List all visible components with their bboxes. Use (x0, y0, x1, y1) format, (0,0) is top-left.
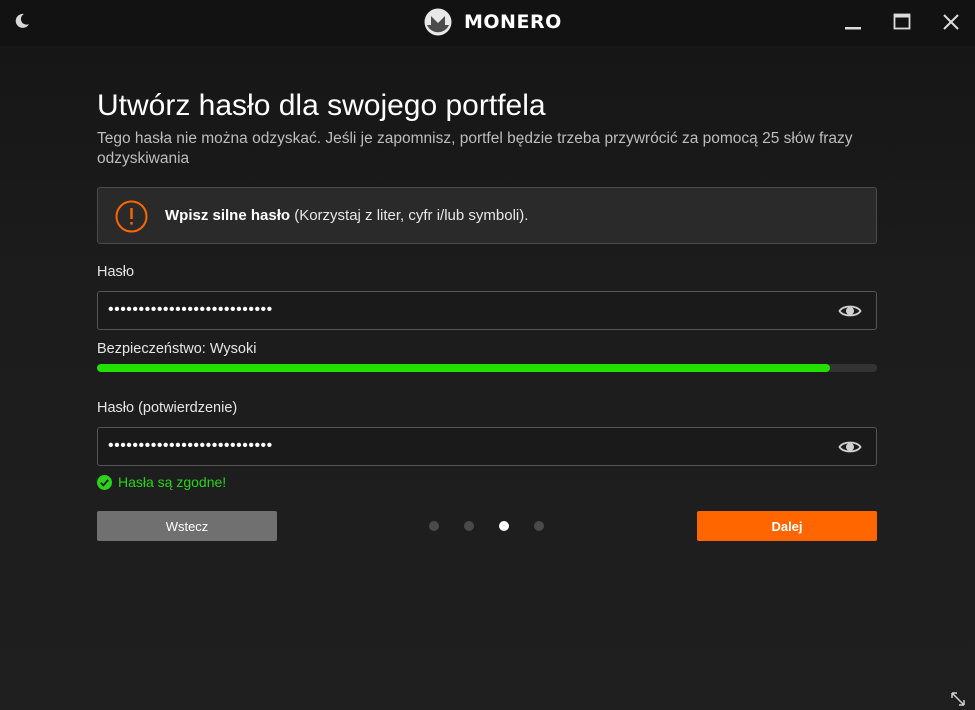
password-input[interactable]: ••••••••••••••••••••••••••• (97, 291, 877, 330)
eye-icon[interactable] (838, 437, 862, 457)
password-match-text: Hasła są zgodne! (118, 474, 227, 490)
strength-label: Bezpieczeństwo: Wysoki (97, 341, 257, 357)
maximize-icon[interactable] (892, 12, 912, 32)
title-bar: MONERO (0, 0, 975, 46)
step-dot-3 (499, 521, 509, 531)
step-dot-4 (534, 521, 544, 531)
step-dot-2 (464, 521, 474, 531)
password-hint-alert: Wpisz silne hasło (Korzystaj z liter, cy… (97, 187, 877, 244)
step-dot-1 (429, 521, 439, 531)
confirm-password-value: ••••••••••••••••••••••••••• (108, 437, 273, 454)
password-label: Hasło (97, 264, 135, 280)
alert-text: Wpisz silne hasło (Korzystaj z liter, cy… (165, 207, 528, 224)
strength-meter (97, 364, 877, 372)
app-name: MONERO (464, 11, 562, 33)
warning-icon (115, 200, 148, 233)
resize-icon[interactable] (950, 691, 966, 707)
minimize-icon[interactable] (843, 12, 863, 32)
close-icon[interactable] (941, 12, 961, 32)
moon-icon[interactable] (13, 12, 31, 30)
brand: MONERO (424, 7, 562, 37)
page-header: Utwórz hasło dla swojego portfela Tego h… (97, 88, 877, 169)
confirm-password-input[interactable]: ••••••••••••••••••••••••••• (97, 427, 877, 466)
page-subtitle: Tego hasła nie można odzyskać. Jeśli je … (97, 130, 853, 167)
alert-detail-text: (Korzystaj z liter, cyfr i/lub symboli). (290, 207, 529, 224)
eye-icon[interactable] (838, 301, 862, 321)
password-match-status: Hasła są zgodne! (97, 474, 226, 490)
alert-bold-text: Wpisz silne hasło (165, 207, 291, 224)
strength-meter-fill (97, 364, 831, 372)
check-circle-icon (97, 474, 112, 490)
back-button[interactable]: Wstecz (97, 511, 277, 541)
confirm-password-label: Hasło (potwierdzenie) (97, 400, 238, 416)
next-button[interactable]: Dalej (697, 511, 877, 541)
page-title: Utwórz hasło dla swojego portfela (97, 89, 546, 122)
monero-logo-icon (424, 8, 452, 36)
wallet-window: MONERO Utwórz hasło dla swojego portfela… (0, 0, 975, 710)
password-value: ••••••••••••••••••••••••••• (108, 301, 273, 318)
